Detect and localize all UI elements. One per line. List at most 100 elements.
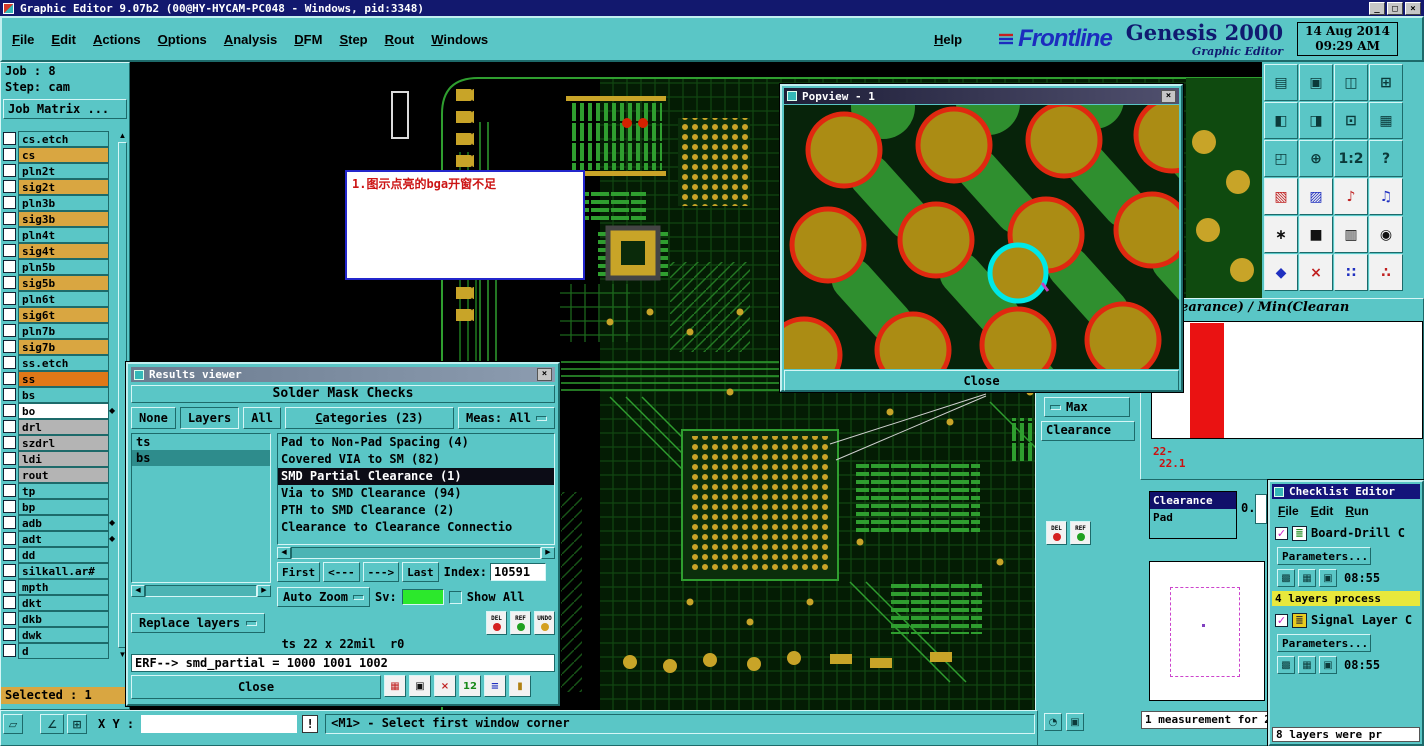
- show-all-checkbox[interactable]: [448, 590, 462, 604]
- measure-tool-button[interactable]: ▣: [1066, 713, 1084, 731]
- menu-item[interactable]: Step: [339, 32, 367, 47]
- popview-artwork[interactable]: [784, 105, 1179, 369]
- layer-visibility-checkbox[interactable]: [3, 212, 16, 225]
- right-toolbar-button[interactable]: ∴: [1369, 254, 1403, 291]
- first-button[interactable]: First: [277, 562, 321, 582]
- layer-row[interactable]: pln5b: [1, 259, 118, 275]
- meas-option-menu[interactable]: Meas: All: [457, 407, 555, 429]
- layer-row[interactable]: pln6t: [1, 291, 118, 307]
- layer-row[interactable]: d: [1, 643, 118, 659]
- measure-preview[interactable]: [1149, 561, 1265, 701]
- layer-visibility-checkbox[interactable]: [3, 564, 16, 577]
- layer-row[interactable]: rout: [1, 467, 118, 483]
- menu-item[interactable]: File: [1278, 504, 1299, 518]
- layer-row[interactable]: dkb: [1, 611, 118, 627]
- replace-layers-option-menu[interactable]: Replace layers: [131, 613, 266, 633]
- right-toolbar-button[interactable]: ▨: [1299, 178, 1333, 215]
- parameters-button[interactable]: Parameters...: [1277, 634, 1371, 652]
- layer-visibility-checkbox[interactable]: [3, 132, 16, 145]
- layer-visibility-checkbox[interactable]: [3, 532, 16, 545]
- item-checkbox[interactable]: ✓: [1275, 526, 1288, 540]
- layer-row[interactable]: szdrl: [1, 435, 118, 451]
- layer-visibility-checkbox[interactable]: [3, 356, 16, 369]
- layer-row[interactable]: dwk: [1, 627, 118, 643]
- layer-list-scrollbar[interactable]: ◀ ▶: [131, 585, 271, 597]
- category-list-item[interactable]: Covered VIA to SM (82): [278, 451, 554, 468]
- results-tool-button[interactable]: ▦: [384, 675, 406, 697]
- right-toolbar-button[interactable]: ♫: [1369, 178, 1403, 215]
- popview-titlebar[interactable]: Popview - 1 ×: [784, 88, 1179, 104]
- category-list-scrollbar[interactable]: ◀ ▶: [277, 547, 555, 559]
- statusbar-tool-button[interactable]: ∠: [40, 714, 64, 734]
- layer-row[interactable]: ss: [1, 371, 118, 387]
- scroll-track[interactable]: [145, 585, 257, 597]
- menu-item[interactable]: File: [12, 32, 34, 47]
- results-close-button[interactable]: Close: [131, 675, 381, 699]
- close-icon[interactable]: ×: [1405, 1, 1421, 15]
- layer-row[interactable]: sig2t: [1, 179, 118, 195]
- clearance-box-selected[interactable]: Clearance: [1150, 492, 1236, 509]
- maximize-icon[interactable]: □: [1387, 1, 1403, 15]
- results-category-list[interactable]: Pad to Non-Pad Spacing (4) Covered VIA to…: [277, 433, 555, 545]
- results-tool-button[interactable]: 12: [459, 675, 481, 697]
- layer-list-item[interactable]: ts: [132, 434, 270, 450]
- right-toolbar-button[interactable]: ⊡: [1334, 102, 1368, 139]
- clearance-pad-box[interactable]: Clearance Pad: [1149, 491, 1237, 539]
- next-button[interactable]: --->: [362, 562, 400, 582]
- menu-item[interactable]: Run: [1345, 504, 1368, 518]
- clearance-box-pad[interactable]: Pad: [1150, 509, 1236, 526]
- right-toolbar-button[interactable]: ▧: [1264, 178, 1298, 215]
- layer-visibility-checkbox[interactable]: [3, 452, 16, 465]
- layer-row[interactable]: bp: [1, 499, 118, 515]
- layer-row[interactable]: cs.etch: [1, 131, 118, 147]
- statusbar-tool-button[interactable]: ▱: [3, 714, 23, 734]
- right-toolbar-button[interactable]: ▣: [1299, 64, 1333, 101]
- menu-item[interactable]: DFM: [294, 32, 322, 47]
- layer-visibility-checkbox[interactable]: [3, 516, 16, 529]
- layer-visibility-checkbox[interactable]: [3, 436, 16, 449]
- layer-visibility-checkbox[interactable]: [3, 580, 16, 593]
- minimize-icon[interactable]: _: [1369, 1, 1385, 15]
- layer-visibility-checkbox[interactable]: [3, 340, 16, 353]
- layer-visibility-checkbox[interactable]: [3, 276, 16, 289]
- micro-tool-button[interactable]: DEL: [1046, 521, 1067, 545]
- menu-item[interactable]: Analysis: [224, 32, 277, 47]
- auto-zoom-option-menu[interactable]: Auto Zoom: [277, 587, 371, 607]
- layer-row[interactable]: pln2t: [1, 163, 118, 179]
- scroll-left-icon[interactable]: ◀: [131, 585, 145, 597]
- right-toolbar-button[interactable]: ×: [1299, 254, 1333, 291]
- layer-row[interactable]: pln3b: [1, 195, 118, 211]
- layer-row[interactable]: sig3b: [1, 211, 118, 227]
- layer-visibility-checkbox[interactable]: [3, 228, 16, 241]
- results-tool-button[interactable]: ▣: [409, 675, 431, 697]
- layer-row[interactable]: pln7b: [1, 323, 118, 339]
- right-toolbar-button[interactable]: ◧: [1264, 102, 1298, 139]
- menu-item[interactable]: Rout: [385, 32, 415, 47]
- right-toolbar-button[interactable]: ◫: [1334, 64, 1368, 101]
- alert-button[interactable]: !: [302, 715, 319, 733]
- status-tool-button[interactable]: ▣: [1319, 569, 1337, 587]
- layer-row[interactable]: cs: [1, 147, 118, 163]
- filter-all-button[interactable]: All: [243, 407, 281, 429]
- layer-row[interactable]: bo ◆: [1, 403, 118, 419]
- scroll-track[interactable]: [291, 547, 541, 559]
- layer-row[interactable]: adb ◆: [1, 515, 118, 531]
- xy-input[interactable]: [141, 715, 298, 733]
- layer-row[interactable]: pln4t: [1, 227, 118, 243]
- item-checkbox[interactable]: ✓: [1275, 613, 1288, 627]
- right-toolbar-button[interactable]: ▦: [1369, 102, 1403, 139]
- layer-visibility-checkbox[interactable]: [3, 244, 16, 257]
- layer-visibility-checkbox[interactable]: [3, 468, 16, 481]
- filter-layers-button[interactable]: Layers: [179, 407, 240, 429]
- results-titlebar[interactable]: Results viewer ×: [131, 367, 555, 382]
- menu-item[interactable]: Actions: [93, 32, 141, 47]
- layer-visibility-checkbox[interactable]: [3, 372, 16, 385]
- status-tool-button[interactable]: ▦: [1298, 656, 1316, 674]
- layer-visibility-checkbox[interactable]: [3, 260, 16, 273]
- right-toolbar-button[interactable]: 1:2: [1334, 140, 1368, 177]
- layer-visibility-checkbox[interactable]: [3, 644, 16, 657]
- layer-row[interactable]: bs: [1, 387, 118, 403]
- micro-tool-button[interactable]: REF: [510, 611, 531, 635]
- menu-item-help[interactable]: Help: [934, 32, 962, 47]
- parameters-button[interactable]: Parameters...: [1277, 547, 1371, 565]
